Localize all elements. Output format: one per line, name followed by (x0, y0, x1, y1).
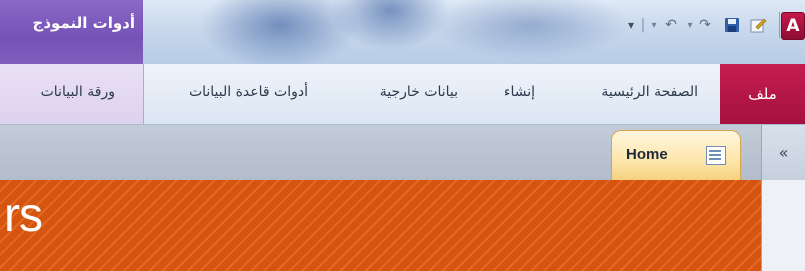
redo-dropdown-glyph: ▾ (687, 19, 693, 31)
redo-glyph: ↷ (699, 17, 711, 33)
context-group-title: أدوات النموذج (32, 14, 135, 32)
tab-file[interactable]: ملف (720, 64, 805, 124)
file-tab-label: ملف (748, 85, 777, 103)
undo-dropdown-icon[interactable]: ▾ (649, 14, 659, 36)
redo-icon[interactable]: ↷ (693, 14, 717, 36)
qat-separator-line (779, 12, 780, 38)
form-header-section: rs (0, 180, 762, 271)
redo-dropdown-icon[interactable]: ▾ (685, 14, 695, 36)
title-bar: أدوات النموذج A ↷ ▾ ↶ ▾ | ▾ (0, 0, 805, 64)
separator-glyph: | (640, 17, 646, 33)
customize-glyph: ▾ (627, 18, 635, 32)
tab-external-data[interactable]: بيانات خارجية (380, 84, 458, 100)
form-header-title: rs (4, 189, 43, 242)
navigation-pane (761, 180, 805, 271)
access-app-icon[interactable]: A (781, 12, 805, 40)
document-tab-label: Home (626, 146, 668, 163)
navigation-pane-toggle[interactable]: « (761, 125, 805, 180)
save-icon[interactable] (721, 14, 743, 36)
collapse-chevron-icon: « (778, 143, 789, 162)
tab-home[interactable]: الصفحة الرئيسية (601, 84, 698, 100)
edit-document-icon[interactable] (747, 14, 769, 36)
ribbon-tab-row: ورقة البيانات أدوات قاعدة البيانات بيانا… (0, 64, 805, 125)
context-tab-group-header: أدوات النموذج (0, 0, 143, 64)
document-tab-home[interactable]: Home (611, 130, 741, 181)
undo-icon[interactable]: ↶ (659, 14, 683, 36)
tab-database-tools[interactable]: أدوات قاعدة البيانات (189, 84, 308, 100)
customize-qat-icon[interactable]: ▾ (625, 14, 637, 36)
undo-glyph: ↶ (665, 17, 677, 33)
qat-separator: | (639, 14, 647, 36)
undo-dropdown-glyph: ▾ (651, 19, 657, 31)
tab-datasheet[interactable]: ورقة البيانات (41, 84, 115, 100)
form-icon (706, 146, 726, 165)
quick-access-toolbar: A ↷ ▾ ↶ ▾ | ▾ (565, 0, 805, 64)
app-logo-letter: A (786, 16, 800, 36)
tab-create[interactable]: إنشاء (504, 84, 535, 100)
